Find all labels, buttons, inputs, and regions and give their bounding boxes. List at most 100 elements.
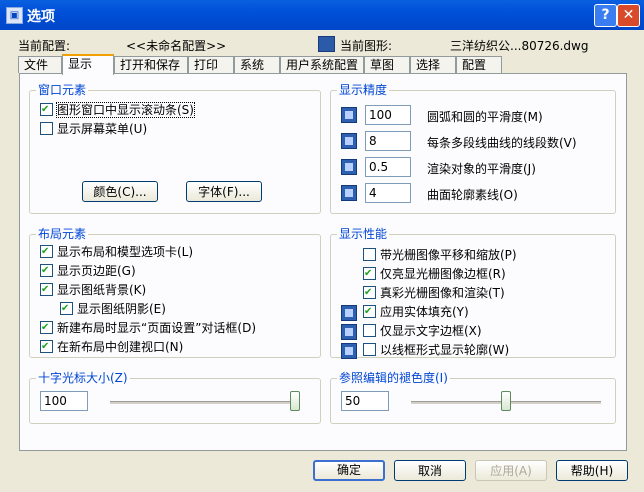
layout-elements-group: 布局元素 显示布局和模型选项卡(L) 显示页边距(G) 显示图纸背景(K) 显示… [29, 227, 321, 358]
display-performance-group: 显示性能 带光栅图像平移和缩放(P) 仅亮显光栅图像边框(R) 真彩光栅图像和渲… [330, 227, 616, 359]
layout-elements-title: 布局元素 [36, 227, 89, 241]
crosshair-slider-track[interactable] [110, 401, 300, 405]
current-drawing-value: 三洋纺织公...80726.dwg [450, 39, 589, 53]
checkbox-box[interactable] [363, 324, 376, 337]
display-resolution-title: 显示精度 [337, 83, 390, 97]
crosshair-size-title: 十字光标大小(Z) [36, 371, 130, 385]
create-viewport-checkbox[interactable]: 在新布局中创建视口(N) [40, 339, 184, 355]
window-elements-title: 窗口元素 [36, 83, 89, 97]
help-question-button[interactable]: ? [594, 4, 617, 27]
raster-frame-checkbox[interactable]: 仅亮显光栅图像边框(R) [363, 266, 506, 282]
solid-fill-label: 应用实体填充(Y) [380, 305, 469, 319]
scrollbars-label: 图形窗口中显示滚动条(S) [56, 102, 195, 118]
app-icon: ▣ [6, 7, 23, 24]
checkbox-box[interactable] [40, 320, 53, 335]
screen-menu-label: 显示屏幕菜单(U) [57, 122, 148, 136]
arc-smoothness-input[interactable]: 100 [365, 105, 411, 125]
crosshair-size-input[interactable]: 100 [40, 391, 88, 411]
checkbox-box[interactable] [40, 282, 53, 297]
silhouette-wireframe-label: 以线框形式显示轮廓(W) [380, 343, 510, 357]
crosshair-size-group: 十字光标大小(Z) 100 [29, 371, 321, 424]
help-button[interactable]: 帮助(H) [556, 460, 628, 481]
drawing-saved-icon [341, 343, 357, 359]
tab-plot[interactable]: 打印 [188, 56, 234, 73]
drawing-saved-icon [341, 324, 357, 340]
drawing-saved-icon [341, 305, 357, 321]
page-setup-dialog-label: 新建布局时显示“页面设置”对话框(D) [57, 321, 257, 335]
drawing-saved-icon [341, 159, 357, 175]
dialog-title: 选项 [27, 9, 55, 25]
options-dialog: ▣ 选项 ? ✕ 当前配置: <<未命名配置>> 当前图形: 三洋纺织公...8… [0, 0, 644, 492]
display-tab-panel: 窗口元素 图形窗口中显示滚动条(S) 显示屏幕菜单(U) 颜色(C)... 字体… [19, 73, 627, 451]
xref-fade-title: 参照编辑的褪色度(I) [337, 371, 450, 385]
render-smoothness-input[interactable]: 0.5 [365, 157, 411, 177]
page-setup-dialog-checkbox[interactable]: 新建布局时显示“页面设置”对话框(D) [40, 320, 257, 336]
paper-shadow-checkbox[interactable]: 显示图纸阴影(E) [60, 301, 166, 317]
xref-fade-group: 参照编辑的褪色度(I) 50 [330, 371, 616, 424]
create-viewport-label: 在新布局中创建视口(N) [57, 340, 184, 354]
drawing-saved-icon [341, 185, 357, 201]
xref-fade-slider-thumb[interactable] [501, 391, 511, 411]
close-button[interactable]: ✕ [617, 4, 640, 27]
colors-button[interactable]: 颜色(C)... [82, 181, 158, 202]
solid-fill-checkbox[interactable]: 应用实体填充(Y) [363, 304, 469, 320]
raster-pan-zoom-checkbox[interactable]: 带光栅图像平移和缩放(P) [363, 248, 517, 263]
scrollbars-checkbox[interactable]: 图形窗口中显示滚动条(S) [40, 102, 195, 118]
drawing-saved-icon [341, 133, 357, 149]
checkbox-box[interactable] [40, 263, 53, 278]
paper-background-checkbox[interactable]: 显示图纸背景(K) [40, 282, 147, 298]
xref-fade-input[interactable]: 50 [341, 391, 389, 411]
crosshair-slider-thumb[interactable] [290, 391, 300, 411]
window-elements-group: 窗口元素 图形窗口中显示滚动条(S) 显示屏幕菜单(U) 颜色(C)... 字体… [29, 83, 321, 214]
checkbox-box[interactable] [40, 339, 53, 354]
checkbox-box[interactable] [363, 304, 376, 319]
tab-open-save[interactable]: 打开和保存 [114, 56, 188, 73]
text-frame-checkbox[interactable]: 仅显示文字边框(X) [363, 324, 482, 339]
contour-lines-input[interactable]: 4 [365, 183, 411, 203]
raster-frame-label: 仅亮显光栅图像边框(R) [380, 267, 506, 281]
tab-user-preferences[interactable]: 用户系统配置 [280, 56, 364, 73]
checkbox-box[interactable] [363, 266, 376, 281]
apply-button[interactable]: 应用(A) [475, 460, 547, 481]
margins-label: 显示页边距(G) [57, 264, 136, 278]
true-color-checkbox[interactable]: 真彩光栅图像和渲染(T) [363, 285, 505, 301]
drawing-saved-icon [341, 107, 357, 123]
checkbox-box[interactable] [40, 102, 53, 117]
arc-smoothness-label: 圆弧和圆的平滑度(M) [427, 110, 543, 124]
tab-selection[interactable]: 选择 [410, 56, 456, 73]
checkbox-box[interactable] [363, 248, 376, 261]
tab-files[interactable]: 文件 [18, 56, 62, 73]
checkbox-box[interactable] [363, 343, 376, 356]
layout-tabs-checkbox[interactable]: 显示布局和模型选项卡(L) [40, 244, 194, 260]
paper-shadow-label: 显示图纸阴影(E) [77, 302, 166, 316]
checkbox-box[interactable] [40, 244, 53, 259]
layout-tabs-label: 显示布局和模型选项卡(L) [57, 245, 194, 259]
checkbox-box[interactable] [363, 285, 376, 300]
tab-display[interactable]: 显示 [62, 54, 114, 75]
display-performance-title: 显示性能 [337, 227, 390, 241]
display-resolution-group: 显示精度 100 圆弧和圆的平滑度(M) 8 每条多段线曲线的线段数(V) 0.… [330, 83, 616, 214]
tab-system[interactable]: 系统 [234, 56, 280, 73]
tab-drafting[interactable]: 草图 [364, 56, 410, 73]
title-bar[interactable]: ▣ 选项 ? ✕ [0, 0, 644, 30]
ok-button[interactable]: 确定 [313, 460, 385, 481]
checkbox-box[interactable] [40, 122, 53, 135]
polyline-segments-input[interactable]: 8 [365, 131, 411, 151]
checkbox-box[interactable] [60, 301, 73, 316]
polyline-segments-label: 每条多段线曲线的线段数(V) [427, 136, 577, 150]
current-drawing-label: 当前图形: [340, 39, 393, 53]
raster-pan-zoom-label: 带光栅图像平移和缩放(P) [380, 248, 517, 262]
fonts-button[interactable]: 字体(F)... [186, 181, 262, 202]
current-profile-label: 当前配置: [18, 39, 71, 53]
screen-menu-checkbox[interactable]: 显示屏幕菜单(U) [40, 122, 147, 137]
render-smoothness-label: 渲染对象的平滑度(J) [427, 162, 536, 176]
margins-checkbox[interactable]: 显示页边距(G) [40, 263, 136, 279]
current-profile-value: <<未命名配置>> [126, 39, 227, 53]
drawing-icon [318, 36, 335, 52]
text-frame-label: 仅显示文字边框(X) [380, 324, 482, 338]
true-color-label: 真彩光栅图像和渲染(T) [380, 286, 505, 300]
paper-background-label: 显示图纸背景(K) [57, 283, 147, 297]
tab-profiles[interactable]: 配置 [456, 56, 502, 73]
silhouette-wireframe-checkbox[interactable]: 以线框形式显示轮廓(W) [363, 343, 509, 358]
cancel-button[interactable]: 取消 [394, 460, 466, 481]
